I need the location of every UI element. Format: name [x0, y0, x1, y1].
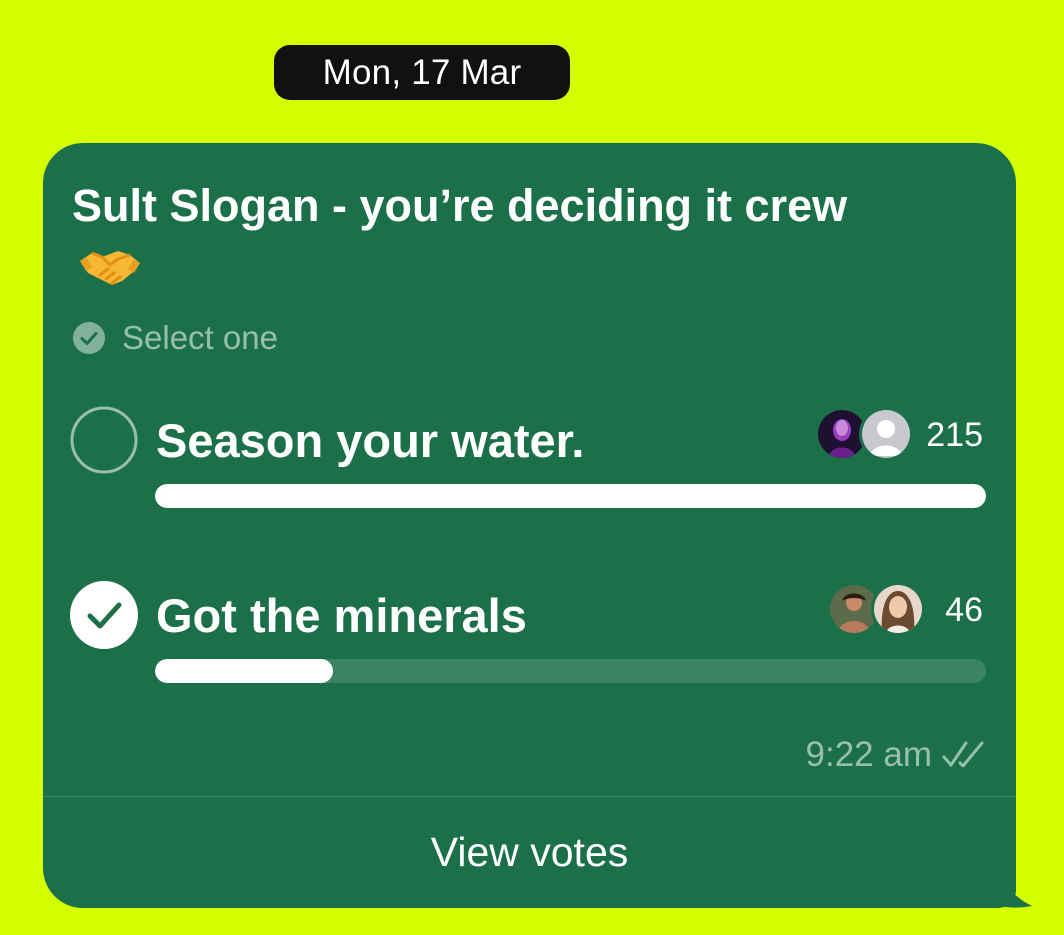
date-separator: Mon, 17 Mar	[274, 45, 570, 100]
handshake-emoji	[78, 243, 142, 305]
radio-unselected-icon[interactable]	[69, 405, 139, 475]
poll-option-label: Got the minerals	[156, 589, 527, 642]
poll-message-bubble: Sult Slogan - you’re deciding it crew Se…	[43, 143, 1016, 908]
radio-selected-check-icon[interactable]	[69, 580, 139, 650]
message-time: 9:22 am	[805, 735, 932, 774]
vote-progress-fill	[155, 484, 986, 508]
voter-avatars[interactable]	[827, 582, 925, 636]
vote-progress-fill	[155, 659, 333, 683]
message-meta: 9:22 am	[806, 735, 988, 775]
vote-count: 46	[945, 591, 983, 629]
poll-option-label: Season your water.	[156, 414, 585, 467]
select-one-label: Select one	[122, 319, 278, 356]
vote-progress-track	[155, 484, 986, 508]
double-check-icon	[942, 741, 984, 768]
select-one-hint: Select one	[72, 319, 278, 357]
poll-option-2[interactable]: Got the minerals 46	[69, 576, 989, 706]
voter-avatars[interactable]	[815, 407, 913, 461]
vote-progress-track	[155, 659, 986, 683]
check-circle-icon	[73, 322, 105, 354]
voter-avatar-photo	[871, 582, 925, 636]
poll-option-1[interactable]: Season your water. 215	[69, 401, 989, 531]
view-votes-button[interactable]: View votes	[43, 797, 1016, 908]
poll-title-text: Sult Slogan - you’re deciding it crew	[72, 180, 848, 231]
default-user-avatar	[859, 407, 913, 461]
vote-count: 215	[926, 416, 983, 454]
poll-title: Sult Slogan - you’re deciding it crew	[72, 175, 872, 305]
